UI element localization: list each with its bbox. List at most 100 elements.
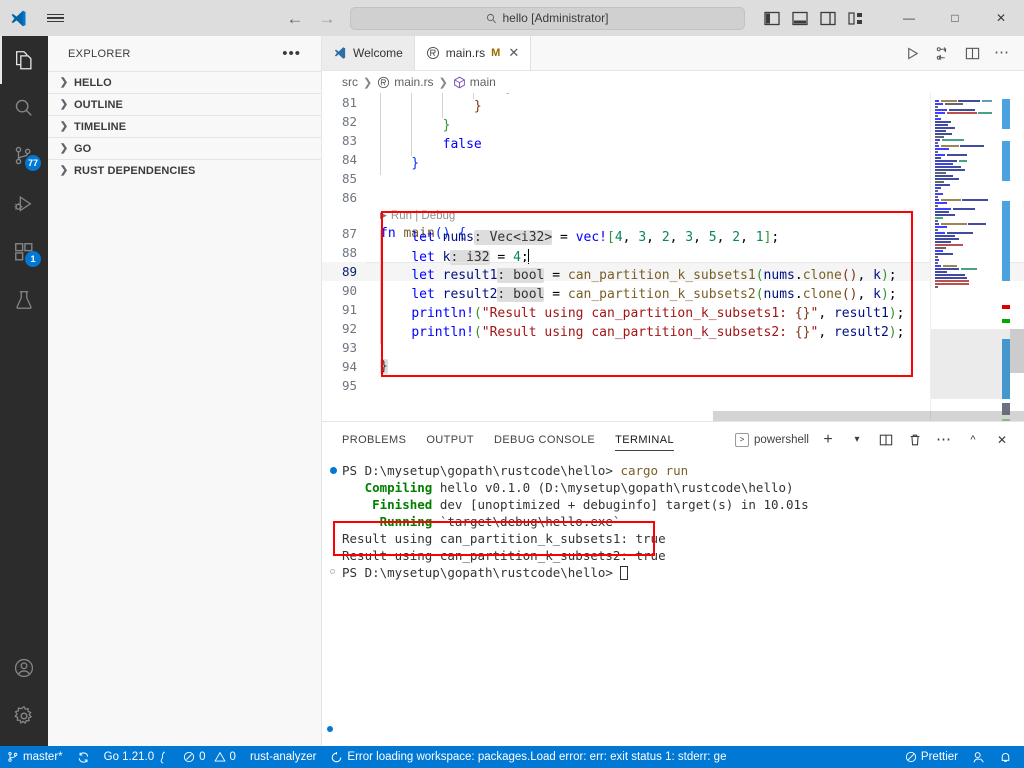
panel-tab-label: OUTPUT bbox=[426, 433, 474, 446]
extensions-badge: 1 bbox=[25, 251, 41, 267]
error-icon bbox=[183, 751, 195, 763]
arrow-right-icon[interactable]: → bbox=[317, 10, 337, 27]
scrollbar-thumb[interactable] bbox=[713, 411, 1024, 421]
rust-analyzer-label: rust-analyzer bbox=[249, 751, 317, 763]
terminal-text: Result using can_partition_k_subsets2: t… bbox=[342, 548, 666, 563]
sidebar-item-search[interactable] bbox=[0, 84, 48, 132]
close-button[interactable]: ✕ bbox=[978, 0, 1024, 36]
kill-terminal-icon[interactable] bbox=[905, 430, 925, 450]
new-terminal-icon[interactable]: + bbox=[818, 430, 838, 450]
split-terminal-icon[interactable] bbox=[876, 430, 896, 450]
close-panel-icon[interactable]: ✕ bbox=[992, 430, 1012, 450]
codelens-run-debug[interactable]: ▶ Run | Debug bbox=[322, 207, 1024, 224]
toggle-primary-sidebar-icon[interactable] bbox=[760, 6, 784, 30]
status-go-version[interactable]: Go 1.21.0 bbox=[97, 746, 177, 768]
line-number: 86 bbox=[341, 190, 357, 205]
sync-icon bbox=[77, 751, 90, 764]
code-line[interactable]: 95 bbox=[322, 376, 1024, 395]
sidebar-more-actions-icon[interactable]: ••• bbox=[282, 45, 313, 62]
maximize-button[interactable]: □ bbox=[932, 0, 978, 36]
arrow-left-icon[interactable]: ← bbox=[285, 10, 305, 27]
tab-label: main.rs bbox=[445, 46, 486, 60]
editor-tabs: Welcome main.rs M ✕ ⋯ bbox=[322, 36, 1024, 71]
status-branch[interactable]: master* bbox=[0, 746, 70, 768]
activity-bar: 77 1 bbox=[0, 36, 48, 746]
sidebar-item-run-and-debug[interactable] bbox=[0, 180, 48, 228]
tab-welcome[interactable]: Welcome bbox=[322, 36, 415, 70]
sidebar-section-timeline[interactable]: ❯ TIMELINE bbox=[48, 115, 321, 137]
more-actions-icon[interactable]: ⋯ bbox=[992, 43, 1012, 63]
search-icon bbox=[15, 99, 32, 116]
editor-vertical-scrollbar[interactable] bbox=[1010, 93, 1024, 421]
chevron-right-icon: ❯ bbox=[438, 76, 448, 89]
breadcrumb-item-src[interactable]: src bbox=[342, 75, 358, 89]
files-icon bbox=[16, 51, 32, 70]
run-or-debug-icon[interactable] bbox=[932, 43, 952, 63]
sidebar-section-rust-dependencies[interactable]: ❯ RUST DEPENDENCIES bbox=[48, 159, 321, 181]
terminal-selector[interactable]: > powershell bbox=[735, 432, 809, 447]
editor-tab-actions: ⋯ bbox=[902, 36, 1024, 70]
toggle-secondary-sidebar-icon[interactable] bbox=[816, 6, 840, 30]
customize-layout-icon[interactable] bbox=[844, 6, 868, 30]
codelens-label: Run | Debug bbox=[390, 209, 456, 222]
terminal-text: hello v0.1.0 (D:\mysetup\gopath\rustcode… bbox=[432, 480, 794, 495]
maximize-panel-icon[interactable]: ^ bbox=[963, 430, 983, 450]
hamburger-menu-icon[interactable] bbox=[36, 0, 74, 36]
symbol-function-icon bbox=[453, 76, 466, 89]
scrollbar-thumb[interactable] bbox=[1010, 329, 1024, 373]
terminal-output[interactable]: PS D:\mysetup\gopath\rustcode\hello> car… bbox=[322, 457, 1024, 746]
status-remote-tunnel[interactable] bbox=[965, 746, 992, 768]
tab-close-icon[interactable]: ✕ bbox=[508, 45, 519, 61]
breadcrumb-item-main-rs[interactable]: main.rs bbox=[377, 75, 434, 89]
minimap[interactable] bbox=[930, 93, 1010, 421]
line-number: 81 bbox=[341, 95, 357, 110]
minimize-button[interactable]: — bbox=[886, 0, 932, 36]
editor-group: Welcome main.rs M ✕ ⋯ src ❯ main.rs ❯ ma… bbox=[322, 36, 1024, 746]
terminal-dropdown-icon[interactable]: ▾ bbox=[847, 430, 867, 450]
run-code-icon[interactable] bbox=[902, 43, 922, 63]
panel-tab-label: TERMINAL bbox=[615, 433, 674, 446]
tab-output[interactable]: OUTPUT bbox=[426, 422, 474, 457]
status-notifications[interactable] bbox=[992, 746, 1024, 768]
sidebar-section-outline[interactable]: ❯ OUTLINE bbox=[48, 93, 321, 115]
tab-problems[interactable]: PROBLEMS bbox=[342, 422, 406, 457]
sidebar-item-extensions[interactable]: 1 bbox=[0, 228, 48, 276]
sidebar-section-go[interactable]: ❯ GO bbox=[48, 137, 321, 159]
sidebar-section-label: HELLO bbox=[74, 76, 112, 89]
sidebar-section-hello[interactable]: ❯ HELLO bbox=[48, 71, 321, 93]
sidebar-item-source-control[interactable]: 77 bbox=[0, 132, 48, 180]
close-glyph: ✕ bbox=[995, 11, 1007, 25]
bottom-panel: PROBLEMS OUTPUT DEBUG CONSOLE TERMINAL >… bbox=[322, 421, 1024, 746]
code-line[interactable]: 85 } bbox=[322, 156, 1024, 188]
sidebar-item-explorer[interactable] bbox=[0, 36, 48, 84]
code-line[interactable]: 86 bbox=[322, 188, 1024, 207]
line-number: 88 bbox=[341, 245, 357, 260]
error-count: 0 bbox=[199, 751, 206, 763]
terminal-status: Running bbox=[342, 514, 433, 529]
status-problems[interactable]: 0 0 bbox=[176, 746, 243, 768]
split-editor-icon[interactable] bbox=[962, 43, 982, 63]
tab-debug-console[interactable]: DEBUG CONSOLE bbox=[494, 422, 595, 457]
sidebar-section-label: RUST DEPENDENCIES bbox=[74, 164, 196, 177]
breadcrumb: src ❯ main.rs ❯ main bbox=[322, 71, 1024, 93]
accounts-button[interactable] bbox=[0, 644, 48, 692]
command-center[interactable]: hello [Administrator] bbox=[350, 6, 745, 30]
status-sync[interactable] bbox=[70, 746, 97, 768]
code-line[interactable]: 94 } bbox=[322, 357, 1024, 376]
toggle-panel-icon[interactable] bbox=[788, 6, 812, 30]
status-rust-analyzer[interactable]: rust-analyzer bbox=[243, 746, 323, 768]
status-workspace-error[interactable]: Error loading workspace: packages.Load e… bbox=[323, 746, 733, 768]
sidebar-item-testing[interactable] bbox=[0, 276, 48, 324]
status-prettier[interactable]: Prettier bbox=[898, 746, 965, 768]
line-number: 89 bbox=[341, 264, 357, 279]
tab-terminal[interactable]: TERMINAL bbox=[615, 422, 674, 457]
code-line[interactable]: 93 println!("Result using can_partition_… bbox=[322, 325, 1024, 357]
panel-more-actions-icon[interactable]: ⋯ bbox=[934, 430, 954, 450]
sidebar-title-label: EXPLORER bbox=[68, 47, 131, 60]
code-editor[interactable]: 81 } 82 } 83 bbox=[322, 93, 1024, 421]
tab-main-rs[interactable]: main.rs M ✕ bbox=[414, 36, 532, 70]
breadcrumb-item-main[interactable]: main bbox=[453, 75, 496, 89]
editor-horizontal-scrollbar[interactable] bbox=[368, 411, 1024, 421]
manage-settings-button[interactable] bbox=[0, 692, 48, 740]
workspace-error-label: Error loading workspace: packages.Load e… bbox=[347, 751, 727, 763]
